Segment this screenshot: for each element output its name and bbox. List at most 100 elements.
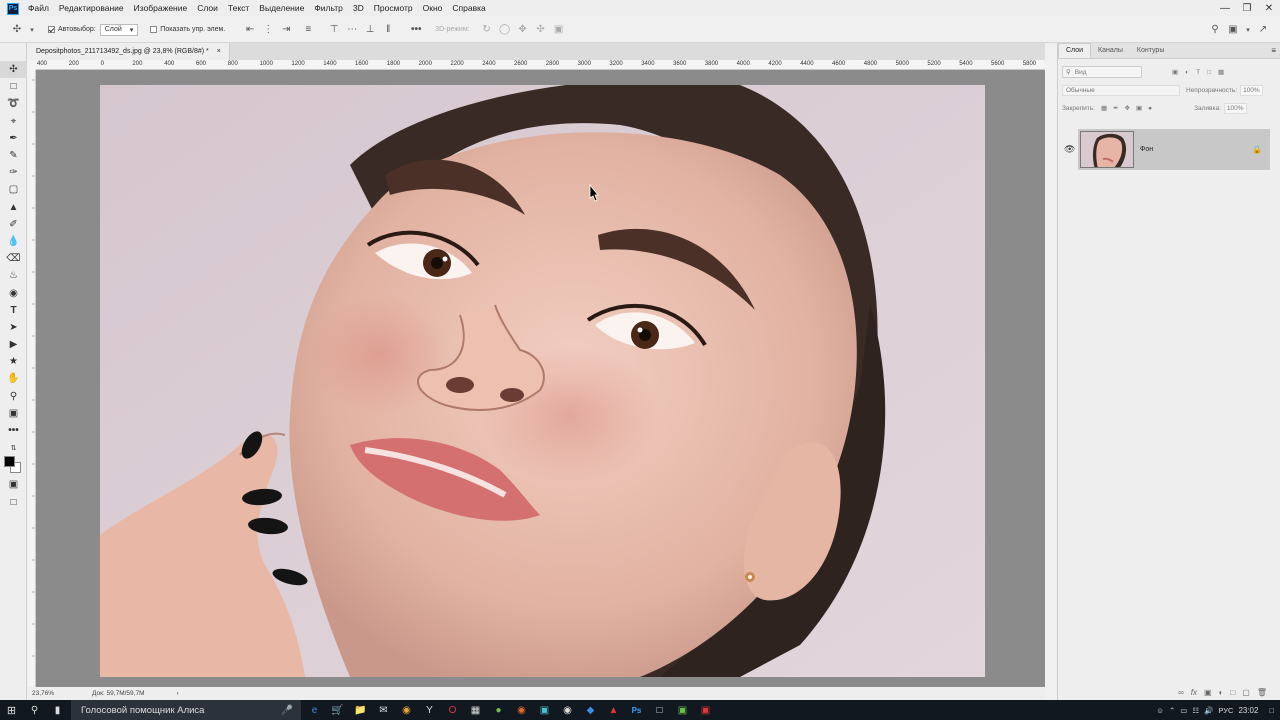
move-tool-icon[interactable]: ✣ — [0, 61, 27, 79]
clock[interactable]: 23:02 — [1238, 706, 1258, 715]
menu-window[interactable]: Окно — [418, 0, 448, 17]
filter-pixel-icon[interactable]: ▣ — [1172, 68, 1178, 76]
language-indicator[interactable]: РУС — [1218, 706, 1233, 715]
blur-tool-icon[interactable]: 💧 — [0, 233, 27, 250]
chevron-down-icon[interactable]: ▾ — [1244, 23, 1252, 37]
new-group-icon[interactable]: □ — [1230, 688, 1235, 697]
dodge-tool-icon[interactable]: ◉ — [0, 284, 27, 301]
menu-3d[interactable]: 3D — [348, 0, 369, 17]
chevron-up-icon[interactable]: ⌃ — [1169, 706, 1175, 715]
zoom-tool-icon[interactable]: ⚲ — [0, 388, 27, 405]
more-options-icon[interactable]: ••• — [409, 23, 423, 37]
task-view-icon[interactable]: ▮ — [46, 700, 69, 720]
menu-layers[interactable]: Слои — [192, 0, 223, 17]
foreground-color-swatch[interactable] — [4, 456, 15, 468]
network-icon[interactable]: ☷ — [1192, 706, 1199, 715]
chevron-right-icon[interactable]: › — [176, 690, 178, 697]
align-top-icon[interactable]: ⊤ — [327, 23, 341, 37]
adjustment-layer-icon[interactable]: ◐ — [1219, 688, 1224, 697]
app-icon-7[interactable]: ▣ — [671, 700, 694, 720]
mail-icon[interactable]: ✉ — [372, 700, 395, 720]
layer-name[interactable]: Фон — [1140, 146, 1153, 153]
opera-icon[interactable]: O — [441, 700, 464, 720]
panel-menu-icon[interactable]: ≡ — [1271, 44, 1276, 58]
windows-start-icon[interactable]: ⊞ — [0, 700, 23, 720]
microphone-icon[interactable]: 🎤 — [281, 705, 293, 716]
volume-icon[interactable]: 🔊 — [1204, 706, 1213, 715]
align-right-icon[interactable]: ⇥ — [279, 23, 293, 37]
menu-image[interactable]: Изображение — [129, 0, 193, 17]
brush-tool-icon[interactable]: ✑ — [0, 164, 27, 181]
layer-filter-dropdown[interactable]: ⚲ Вид — [1062, 66, 1142, 78]
quick-mask-icon[interactable]: ▣ — [0, 476, 27, 493]
restore-icon[interactable]: ❐ — [1236, 0, 1258, 17]
align-center-h-icon[interactable]: ⋮ — [261, 23, 275, 37]
clone-stamp-icon[interactable]: ▲ — [0, 199, 27, 216]
pen-tool-icon[interactable]: ➤ — [0, 319, 27, 336]
add-mask-icon[interactable]: ▣ — [1204, 688, 1212, 697]
filter-smart-icon[interactable]: ▩ — [1218, 68, 1224, 76]
eraser-tool-icon[interactable]: ⌫ — [0, 250, 27, 267]
new-layer-icon[interactable]: ▢ — [1242, 688, 1250, 697]
tab-channels[interactable]: Каналы — [1091, 44, 1130, 58]
edge-browser-icon[interactable]: e — [303, 700, 326, 720]
custom-shape-icon[interactable]: ★ — [0, 353, 27, 370]
3d-roll-icon[interactable]: ◯ — [498, 23, 512, 37]
distribute-h-icon[interactable]: ≡ — [301, 23, 315, 37]
3d-orbit-icon[interactable]: ↻ — [480, 23, 494, 37]
hand-tool-icon[interactable]: ✋ — [0, 370, 27, 387]
notifications-icon[interactable]: □ — [1269, 706, 1274, 715]
search-icon[interactable]: ⚲ — [1208, 23, 1222, 37]
path-selection-icon[interactable]: ▶ — [0, 336, 27, 353]
lock-all-icon[interactable]: ● — [1148, 105, 1152, 112]
search-icon[interactable]: ⚲ — [23, 700, 46, 720]
paint-bucket-icon[interactable]: ♨ — [0, 267, 27, 284]
app-icon-3[interactable]: ▣ — [533, 700, 556, 720]
delete-layer-icon[interactable]: 🗑 — [1257, 688, 1267, 697]
app-icon-1[interactable]: ▦ — [464, 700, 487, 720]
3d-scale-icon[interactable]: ▣ — [552, 23, 566, 37]
menu-help[interactable]: Справка — [447, 0, 490, 17]
chevron-down-icon[interactable]: ▾ — [28, 23, 36, 37]
filter-adjustment-icon[interactable]: ◐ — [1185, 69, 1189, 76]
document-tab[interactable]: Depositphotos_211713492_ds.jpg @ 23,8% (… — [28, 43, 230, 60]
move-tool-icon[interactable]: ✣ — [10, 23, 24, 37]
canvas-area[interactable] — [36, 70, 1045, 687]
history-brush-icon[interactable]: ✐ — [0, 216, 27, 233]
zoom-field[interactable]: 23,76% — [32, 690, 82, 697]
3d-pan-icon[interactable]: ✥ — [516, 23, 530, 37]
pdf-reader-icon[interactable]: ▲ — [602, 700, 625, 720]
lock-transparent-icon[interactable]: ▦ — [1101, 104, 1107, 112]
visibility-eye-icon[interactable]: 👁 — [1064, 144, 1075, 155]
ruler-corner[interactable] — [28, 60, 36, 70]
eyedropper-tool-icon[interactable]: ✒ — [0, 130, 27, 147]
menu-file[interactable]: Файл — [23, 0, 54, 17]
align-middle-v-icon[interactable]: ⋯ — [345, 23, 359, 37]
filter-type-icon[interactable]: T — [1196, 69, 1200, 76]
fill-field[interactable]: 100% — [1223, 102, 1247, 114]
screen-mode-icon[interactable]: □ — [0, 494, 27, 511]
photoshop-logo-icon[interactable]: Ps — [7, 2, 19, 15]
blend-mode-dropdown[interactable]: Обычные — [1062, 84, 1180, 96]
document-image[interactable] — [100, 85, 985, 677]
layer-row[interactable]: Фон 🔒 — [1078, 129, 1270, 170]
photoshop-taskbar-icon[interactable]: Ps — [625, 700, 648, 720]
store-icon[interactable]: 🛒 — [326, 700, 349, 720]
yandex-icon[interactable]: Y — [418, 700, 441, 720]
distribute-v-icon[interactable]: ‖ — [381, 23, 395, 37]
close-icon[interactable]: ✕ — [1258, 0, 1280, 17]
app-icon-8[interactable]: ▣ — [694, 700, 717, 720]
app-icon-2[interactable]: ● — [487, 700, 510, 720]
people-icon[interactable]: ☺ — [1156, 706, 1164, 715]
layer-style-icon[interactable]: fx — [1191, 688, 1197, 697]
type-tool-icon[interactable]: T — [0, 302, 27, 319]
close-tab-icon[interactable]: × — [217, 48, 221, 55]
marquee-tool-icon[interactable]: □ — [0, 78, 27, 95]
minimize-icon[interactable]: — — [1214, 0, 1236, 17]
menu-select[interactable]: Выделение — [254, 0, 309, 17]
file-explorer-icon[interactable]: 📁 — [349, 700, 372, 720]
align-left-icon[interactable]: ⇤ — [243, 23, 257, 37]
alice-search-box[interactable]: Голосовой помощник Алиса 🎤 — [71, 700, 301, 720]
link-layers-icon[interactable]: ∞ — [1178, 688, 1184, 697]
workspace-icon[interactable]: ▣ — [1226, 23, 1240, 37]
